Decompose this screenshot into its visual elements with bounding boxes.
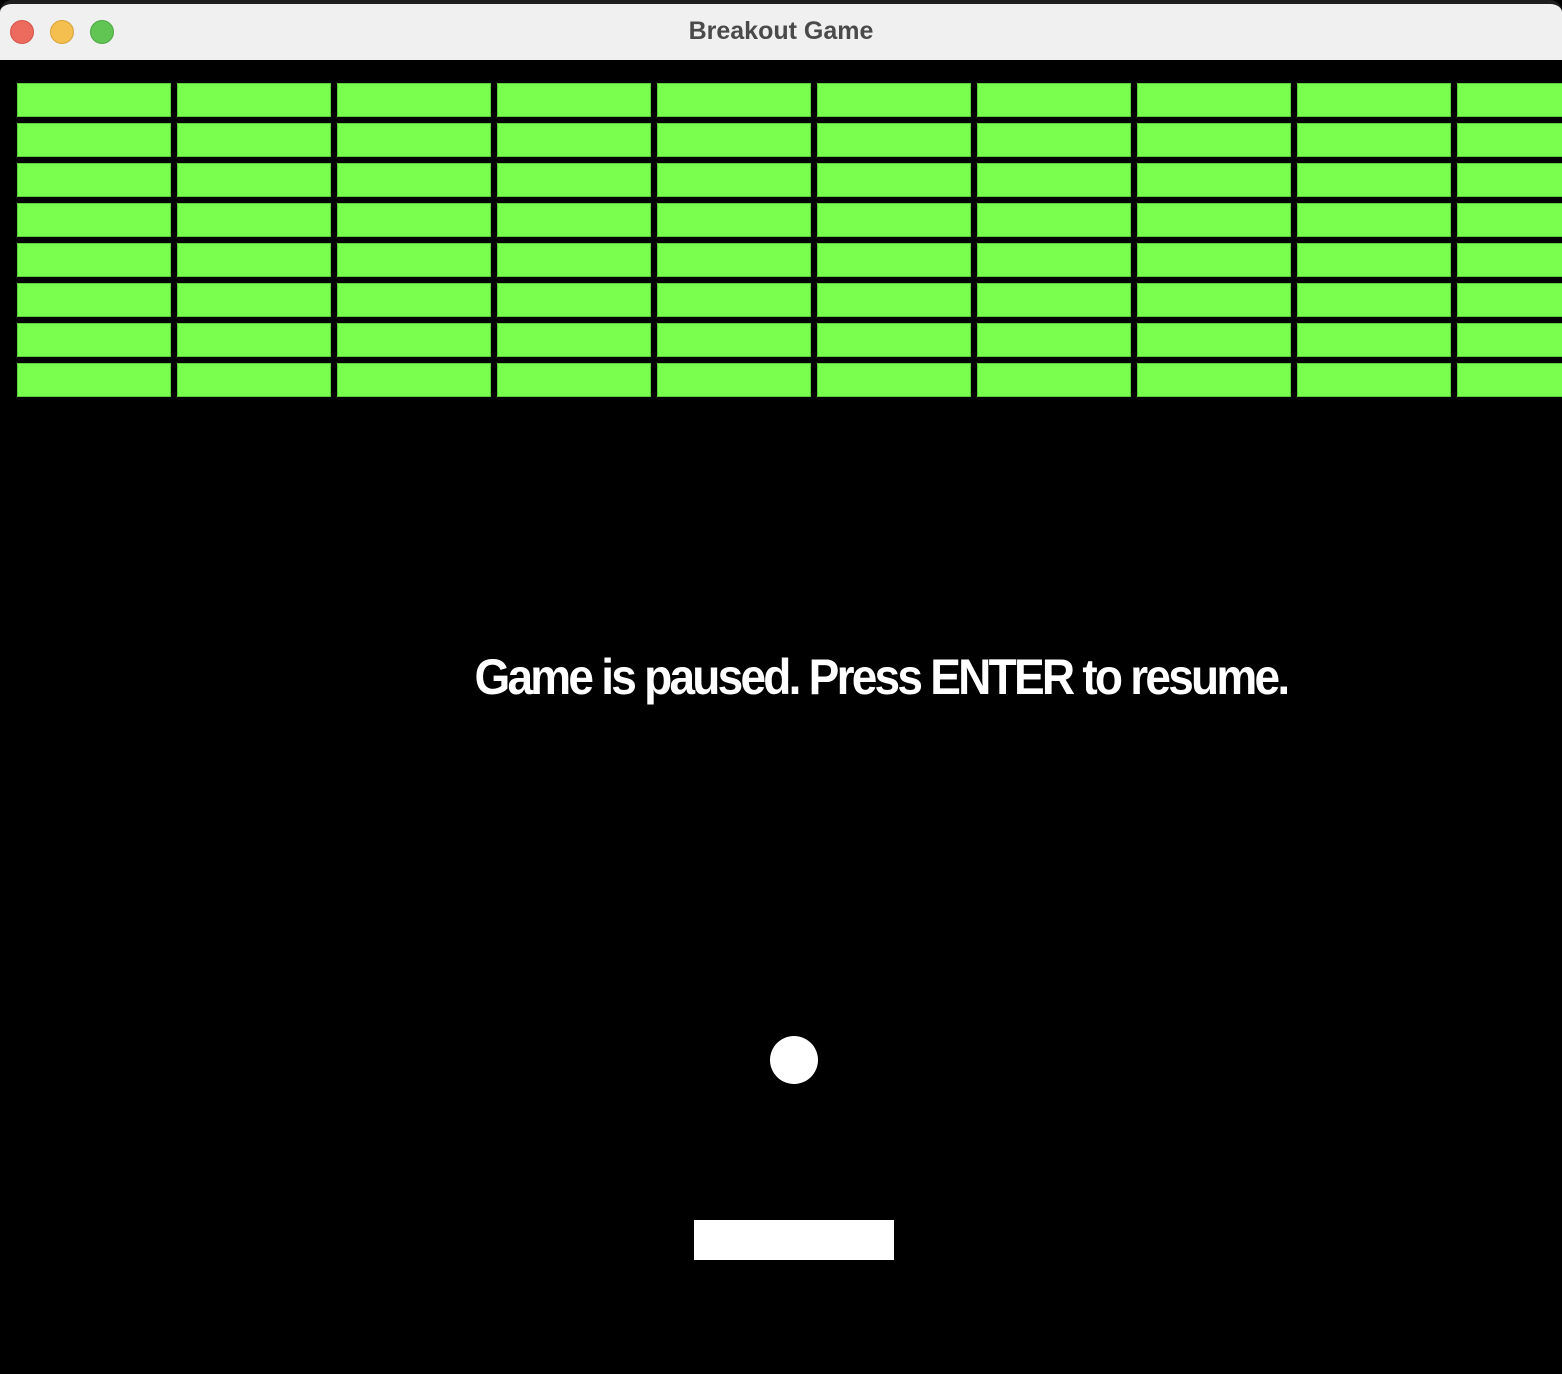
brick — [177, 243, 331, 277]
brick — [1297, 203, 1451, 237]
brick — [17, 323, 171, 357]
brick — [177, 83, 331, 117]
brick — [177, 323, 331, 357]
brick — [1457, 243, 1562, 277]
brick — [497, 203, 651, 237]
brick — [1297, 323, 1451, 357]
brick — [17, 203, 171, 237]
brick — [337, 323, 491, 357]
brick — [17, 243, 171, 277]
brick — [657, 363, 811, 397]
brick — [177, 123, 331, 157]
window-title: Breakout Game — [688, 17, 874, 45]
brick — [977, 203, 1131, 237]
brick — [1137, 243, 1291, 277]
brick — [337, 203, 491, 237]
brick — [1137, 363, 1291, 397]
title-bar[interactable]: Breakout Game — [0, 0, 1562, 60]
game-window: Breakout Game Game is paused. Press ENTE… — [0, 0, 1562, 1374]
brick — [177, 203, 331, 237]
brick — [1137, 123, 1291, 157]
brick — [817, 123, 971, 157]
brick — [817, 203, 971, 237]
brick — [1297, 363, 1451, 397]
brick — [657, 83, 811, 117]
brick — [1297, 283, 1451, 317]
brick — [1297, 123, 1451, 157]
brick — [817, 363, 971, 397]
brick — [1297, 83, 1451, 117]
brick — [337, 123, 491, 157]
brick — [657, 243, 811, 277]
brick — [337, 363, 491, 397]
ball — [770, 1036, 818, 1084]
brick — [1457, 363, 1562, 397]
brick — [1457, 203, 1562, 237]
brick — [497, 323, 651, 357]
brick — [1137, 283, 1291, 317]
brick — [17, 363, 171, 397]
brick — [657, 283, 811, 317]
brick — [17, 123, 171, 157]
brick — [977, 323, 1131, 357]
brick — [1297, 243, 1451, 277]
brick — [337, 83, 491, 117]
brick — [657, 323, 811, 357]
brick-wall — [0, 60, 1562, 460]
brick — [497, 243, 651, 277]
brick — [497, 123, 651, 157]
brick — [177, 163, 331, 197]
brick — [977, 283, 1131, 317]
brick — [977, 83, 1131, 117]
brick — [497, 283, 651, 317]
brick — [1137, 323, 1291, 357]
brick — [1457, 323, 1562, 357]
brick — [977, 123, 1131, 157]
brick — [177, 283, 331, 317]
brick — [1457, 123, 1562, 157]
brick — [817, 243, 971, 277]
brick — [977, 363, 1131, 397]
brick — [497, 163, 651, 197]
pause-message: Game is paused. Press ENTER to resume. — [474, 649, 1290, 705]
brick — [1137, 83, 1291, 117]
brick — [977, 163, 1131, 197]
brick — [817, 83, 971, 117]
brick — [337, 243, 491, 277]
brick — [17, 163, 171, 197]
brick — [1137, 203, 1291, 237]
brick — [817, 163, 971, 197]
brick — [17, 83, 171, 117]
brick — [977, 243, 1131, 277]
brick — [497, 83, 651, 117]
brick — [657, 163, 811, 197]
brick — [1457, 283, 1562, 317]
brick — [177, 363, 331, 397]
brick — [17, 283, 171, 317]
brick — [337, 283, 491, 317]
brick — [1457, 163, 1562, 197]
brick — [1457, 83, 1562, 117]
brick — [337, 163, 491, 197]
brick — [817, 283, 971, 317]
game-canvas[interactable]: Game is paused. Press ENTER to resume. — [0, 60, 1562, 1374]
brick — [657, 203, 811, 237]
brick — [1137, 163, 1291, 197]
brick — [657, 123, 811, 157]
brick — [1297, 163, 1451, 197]
paddle — [694, 1220, 894, 1260]
brick — [497, 363, 651, 397]
brick — [817, 323, 971, 357]
